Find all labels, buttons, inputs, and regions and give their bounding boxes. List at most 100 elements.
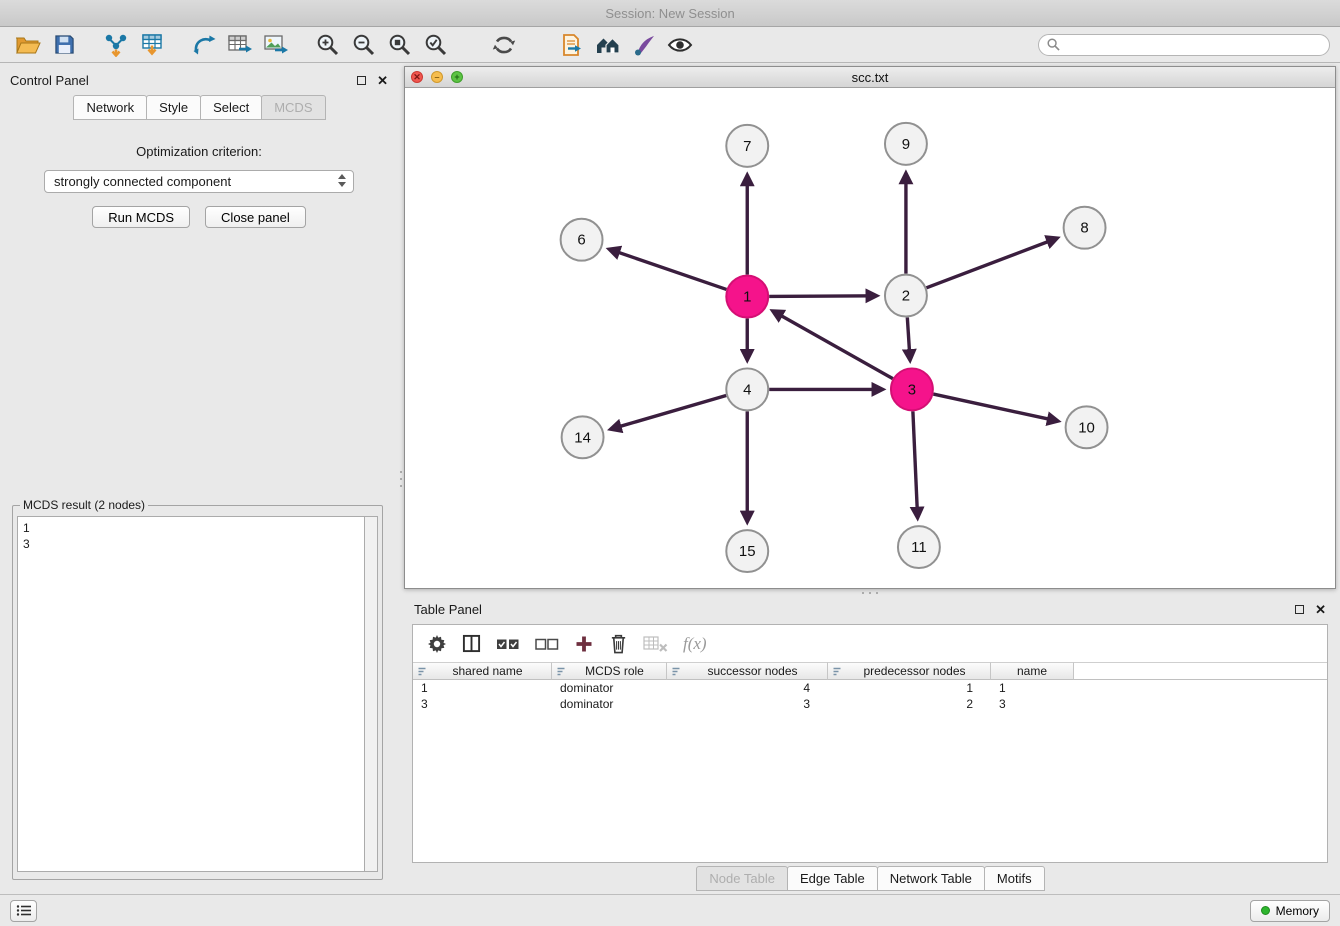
table-row[interactable]: 1 dominator 4 1 1 [413,680,1327,696]
run-mcds-button[interactable]: Run MCDS [92,206,190,228]
graph-node-6[interactable]: 6 [561,219,603,261]
graph-node-2[interactable]: 2 [885,275,927,317]
open-session-button[interactable] [10,30,46,60]
graph-edge-3-10[interactable] [933,394,1057,421]
status-bar: Memory [0,894,1340,926]
graph-edge-1-2[interactable] [769,296,876,297]
search-input[interactable] [1065,38,1321,52]
cell-name: 3 [991,696,1074,712]
graph-node-3[interactable]: 3 [891,368,933,410]
svg-text:3: 3 [908,381,916,398]
table-toolbar: f(x) [413,625,1327,662]
close-panel-icon[interactable]: ✕ [1315,603,1326,616]
mcds-result-text[interactable]: 1 3 [17,516,365,872]
graph-edge-2-3[interactable] [907,317,910,359]
graph-node-4[interactable]: 4 [726,368,768,410]
column-header-predecessor-nodes[interactable]: predecessor nodes [828,662,991,680]
cell-mcds-role: dominator [552,680,667,696]
graph-node-9[interactable]: 9 [885,123,927,165]
graph-node-14[interactable]: 14 [562,416,604,458]
memory-label: Memory [1276,904,1319,918]
show-hide-graphics-button[interactable] [662,30,698,60]
column-header-name[interactable]: name [991,662,1074,680]
tab-node-table[interactable]: Node Table [696,866,788,891]
window-minimize-icon[interactable]: – [431,71,443,83]
network-view-window: scc.txt ✕ – + 7968124314101511 [404,66,1336,589]
graph-edge-4-14[interactable] [611,396,726,429]
import-table-button[interactable] [134,30,170,60]
graph-node-15[interactable]: 15 [726,530,768,572]
deselect-all-icon [535,636,559,652]
select-all-button[interactable] [496,636,520,652]
zoom-in-button[interactable] [310,30,346,60]
graph-node-11[interactable]: 11 [898,526,940,568]
refresh-view-button[interactable] [486,30,522,60]
control-panel: Control Panel ✕ Network Style Select MCD… [0,63,398,894]
cell-filler [1074,696,1327,712]
export-table-button[interactable] [222,30,258,60]
graph-edge-2-8[interactable] [926,238,1056,287]
toolbar-search[interactable] [1038,34,1330,56]
graph-node-7[interactable]: 7 [726,125,768,167]
graph-edge-1-6[interactable] [610,249,727,289]
column-header-shared-name[interactable]: shared name [413,662,552,680]
float-panel-icon[interactable] [357,76,366,85]
tab-motifs[interactable]: Motifs [984,866,1045,891]
horizontal-splitter[interactable] [404,589,1336,597]
table-settings-button[interactable] [427,634,447,654]
share-document-button[interactable] [554,30,590,60]
function-builder-button[interactable]: f(x) [683,634,707,654]
graph-node-10[interactable]: 10 [1066,406,1108,448]
list-icon [16,904,32,917]
column-header-mcds-role[interactable]: MCDS role [552,662,667,680]
table-panel-title: Table Panel [414,602,482,617]
style-brush-button[interactable] [626,30,662,60]
svg-text:6: 6 [577,232,585,249]
add-column-icon [574,634,594,654]
refresh-view-icon [492,33,516,57]
column-header-successor-nodes[interactable]: successor nodes [667,662,828,680]
control-panel-header: Control Panel ✕ [0,68,398,92]
graph-node-8[interactable]: 8 [1064,207,1106,249]
tab-edge-table[interactable]: Edge Table [787,866,878,891]
tab-network[interactable]: Network [73,95,147,120]
table-row[interactable]: 3 dominator 3 2 3 [413,696,1327,712]
sort-icon [556,666,567,677]
close-panel-button[interactable]: Close panel [205,206,306,228]
memory-button[interactable]: Memory [1250,900,1330,922]
zoom-fit-button[interactable] [382,30,418,60]
window-zoom-icon[interactable]: + [451,71,463,83]
window-close-icon[interactable]: ✕ [411,71,423,83]
home-button[interactable] [590,30,626,60]
import-network-icon [103,32,129,57]
zoom-selected-button[interactable] [418,30,454,60]
new-network-button[interactable] [186,30,222,60]
tab-network-table[interactable]: Network Table [877,866,985,891]
svg-text:9: 9 [902,136,910,153]
column-header-filler [1074,662,1327,680]
delete-column-button[interactable] [609,633,628,654]
folder-open-icon [15,34,41,56]
zoom-out-button[interactable] [346,30,382,60]
result-scrollbar[interactable] [365,516,378,872]
tab-style[interactable]: Style [146,95,201,120]
optimization-criterion-select[interactable]: strongly connected component [44,170,354,193]
save-session-button[interactable] [46,30,82,60]
add-column-button[interactable] [574,634,594,654]
delete-table-button[interactable] [643,635,668,653]
tab-select[interactable]: Select [200,95,262,120]
export-image-button[interactable] [258,30,294,60]
import-network-button[interactable] [98,30,134,60]
float-panel-icon[interactable] [1295,605,1304,614]
tab-mcds[interactable]: MCDS [261,95,325,120]
graph-node-1[interactable]: 1 [726,276,768,318]
graph-edge-3-11[interactable] [913,411,918,517]
graph-edge-3-1[interactable] [773,311,892,378]
network-graph[interactable]: 7 9 6 8 1 2 4 3 14 10 15 11 [405,88,1335,588]
show-columns-button[interactable] [462,634,481,653]
network-canvas[interactable]: 7 9 6 8 1 2 4 3 14 10 15 11 [405,88,1335,588]
close-panel-icon[interactable]: ✕ [377,74,388,87]
cell-successor-nodes: 4 [667,680,828,696]
deselect-all-button[interactable] [535,636,559,652]
task-history-button[interactable] [10,900,37,922]
